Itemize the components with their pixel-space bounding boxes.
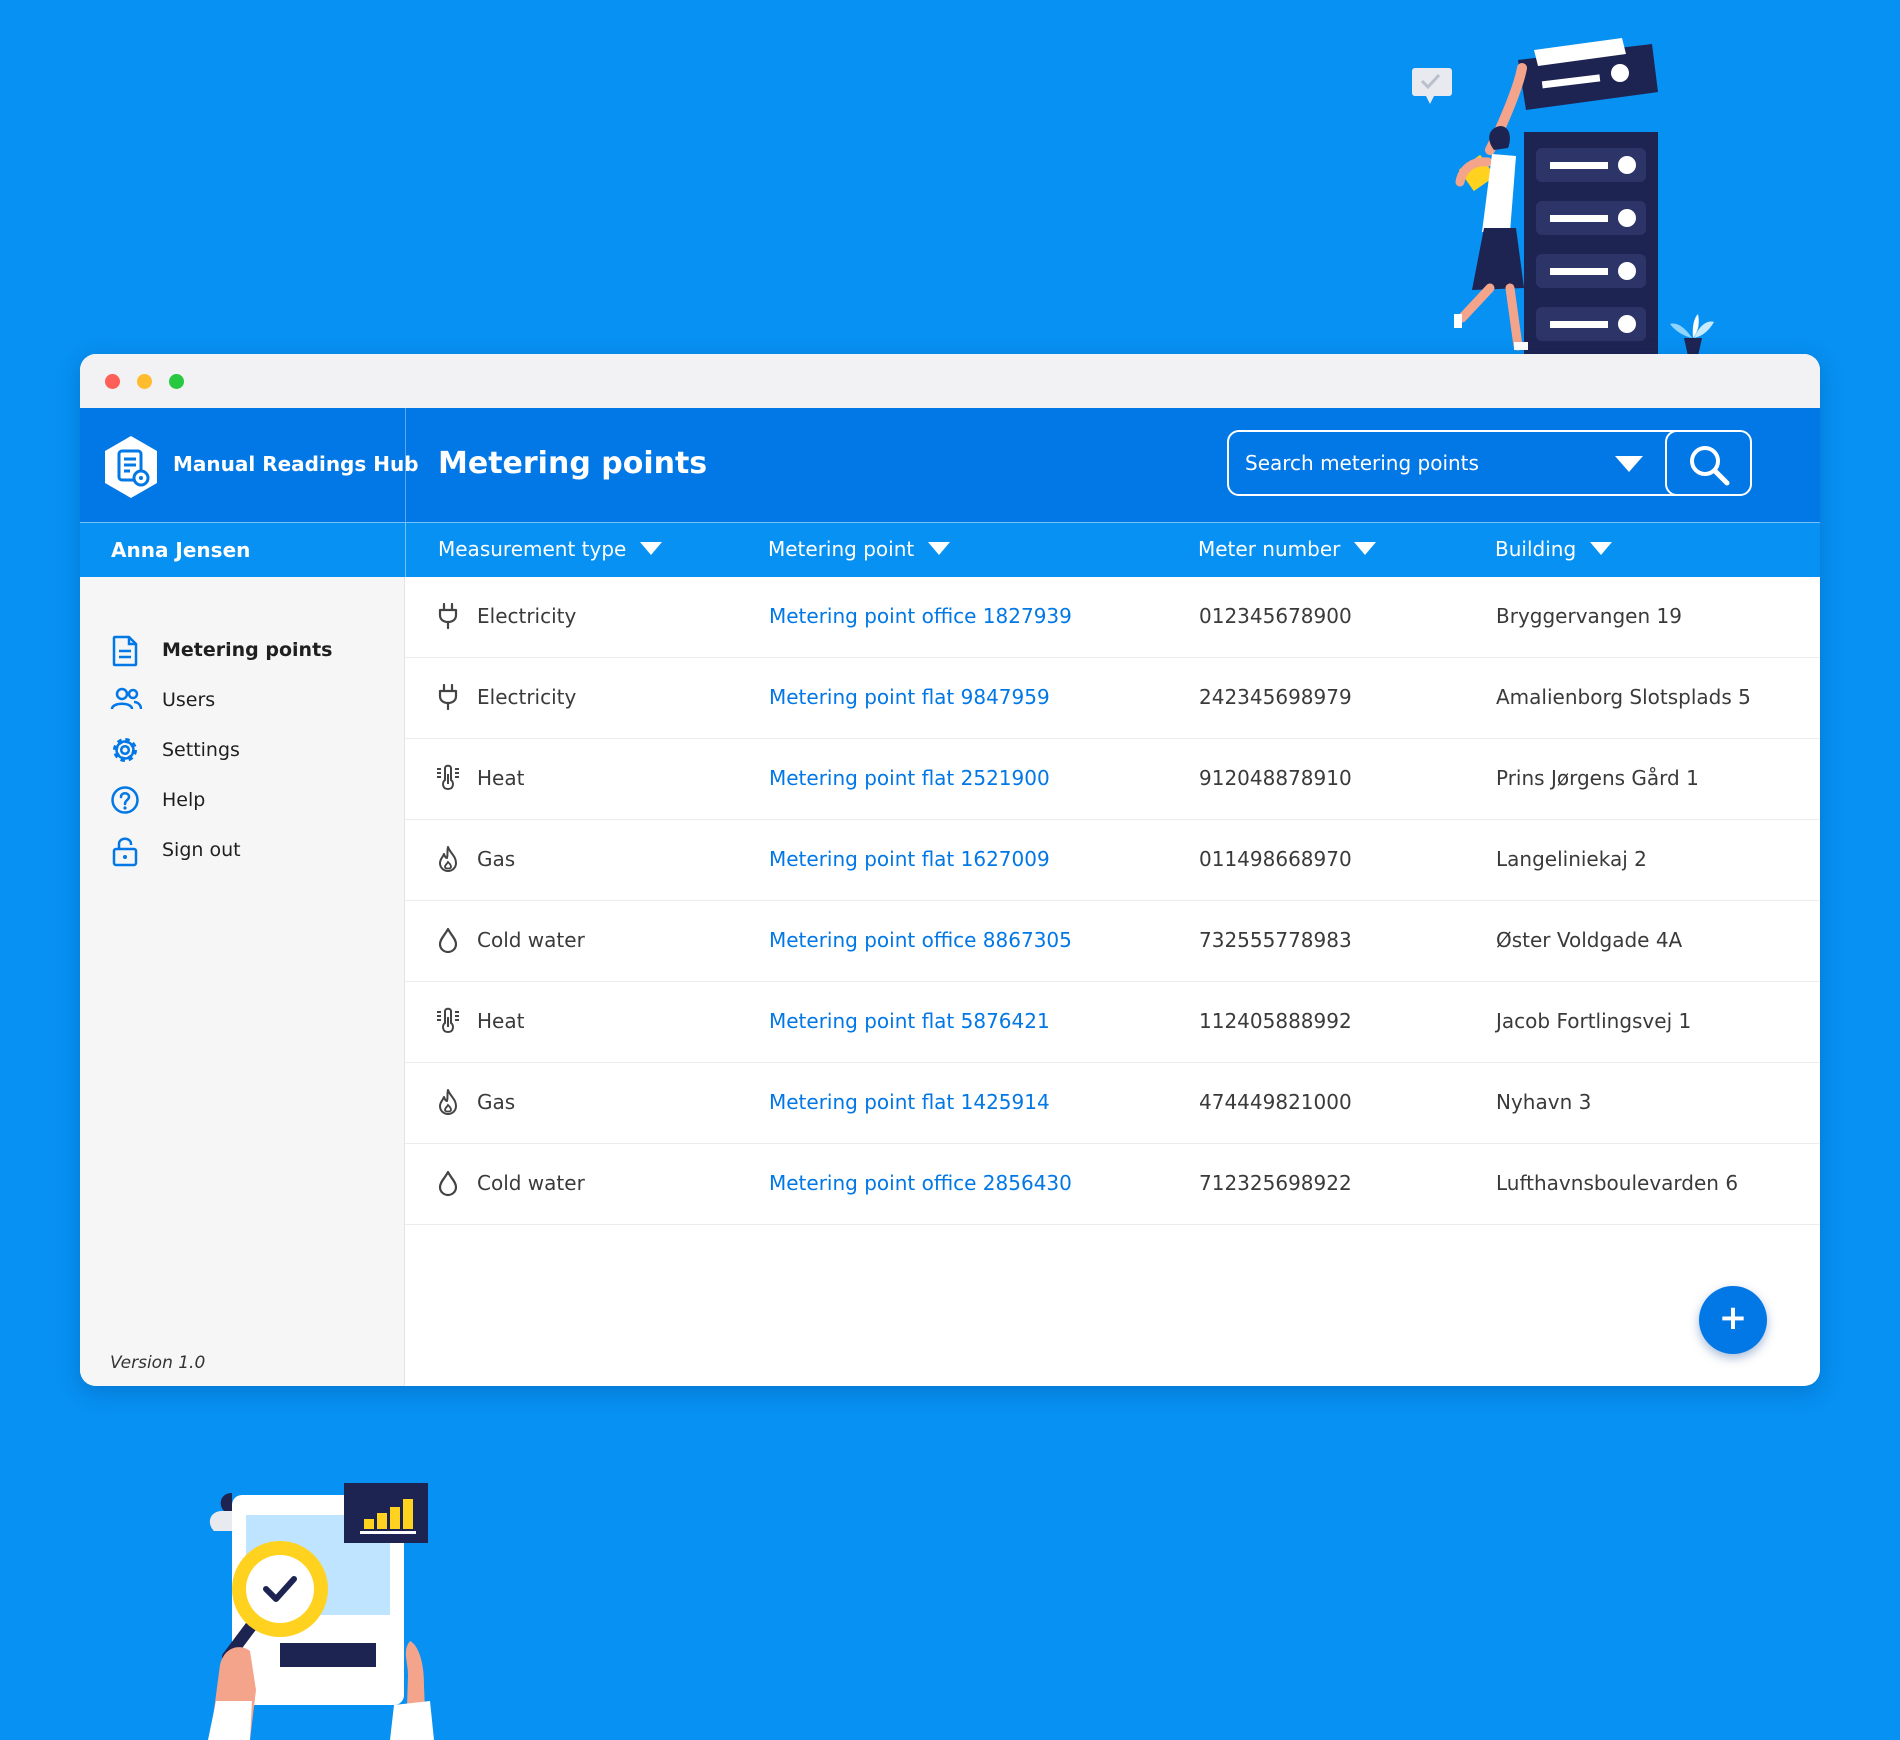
measurement-type-cell: Cold water: [477, 1171, 585, 1195]
column-header-label: Measurement type: [438, 537, 627, 561]
sidebar-item-metering-points[interactable]: Metering points: [110, 633, 390, 669]
maximize-window-button[interactable]: [169, 374, 184, 389]
building-cell: Nyhavn 3: [1496, 1090, 1592, 1114]
window-titlebar: [80, 354, 1820, 408]
meter-number-cell: 112405888992: [1199, 1009, 1352, 1033]
app-header: Manual Readings Hub Metering points: [80, 408, 1820, 522]
gear-icon: [113, 738, 137, 762]
metering-point-link[interactable]: Metering point flat 9847959: [769, 685, 1050, 709]
document-review-illustration: [208, 1483, 434, 1740]
column-header-metering-point[interactable]: Metering point: [768, 537, 951, 561]
meter-number-cell: 474449821000: [1199, 1090, 1352, 1114]
user-name: Anna Jensen: [111, 538, 251, 562]
metering-point-link[interactable]: Metering point flat 5876421: [769, 1009, 1050, 1033]
search-input[interactable]: [1245, 447, 1605, 479]
measurement-type-cell: Heat: [477, 766, 525, 790]
flame-icon: [435, 1088, 461, 1120]
brand: Manual Readings Hub: [80, 408, 419, 522]
sidebar-item-settings[interactable]: Settings: [110, 733, 390, 769]
sort-caret-icon: [640, 542, 663, 555]
measurement-type-cell: Gas: [477, 1090, 516, 1114]
sidebar-item-help[interactable]: Help: [110, 783, 390, 819]
table-row[interactable]: Gas Metering point flat 1627009 0114986689…: [405, 820, 1820, 901]
sort-caret-icon: [928, 542, 951, 555]
building-cell: Langeliniekaj 2: [1496, 847, 1647, 871]
search-bar: [1227, 430, 1752, 496]
column-header-measurement-type[interactable]: Measurement type: [438, 537, 663, 561]
app-name: Manual Readings Hub: [173, 452, 419, 476]
thermometer-icon: [435, 764, 461, 796]
flame-icon: [435, 845, 461, 877]
table-row[interactable]: Cold water Metering point office 2856430 7…: [405, 1144, 1820, 1225]
measurement-type-cell: Electricity: [477, 604, 577, 628]
meter-number-cell: 012345678900: [1199, 604, 1352, 628]
column-header-label: Metering point: [768, 537, 915, 561]
metering-point-link[interactable]: Metering point flat 1425914: [769, 1090, 1050, 1114]
measurement-type-cell: Gas: [477, 847, 516, 871]
divider: [405, 523, 406, 578]
search-button[interactable]: [1665, 430, 1752, 496]
metering-point-link[interactable]: Metering point flat 1627009: [769, 847, 1050, 871]
plug-icon: [435, 602, 461, 634]
meter-number-cell: 712325698922: [1199, 1171, 1352, 1195]
thermometer-icon: [435, 1007, 461, 1039]
app-version: Version 1.0: [110, 1353, 206, 1373]
table-row[interactable]: Cold water Metering point office 8867305 7…: [405, 901, 1820, 982]
table-row[interactable]: Electricity Metering point flat 9847959 24…: [405, 658, 1820, 739]
meter-number-cell: 011498668970: [1199, 847, 1352, 871]
table-row[interactable]: Heat Metering point flat 5876421 112405888…: [405, 982, 1820, 1063]
building-cell: Prins Jørgens Gård 1: [1496, 766, 1699, 790]
sidebar-item-label: Settings: [162, 739, 240, 761]
building-cell: Lufthavnsboulevarden 6: [1496, 1171, 1739, 1195]
column-header-label: Building: [1495, 537, 1577, 561]
table-row[interactable]: Heat Metering point flat 2521900 912048878…: [405, 739, 1820, 820]
search-icon: [1690, 446, 1730, 486]
sidebar-item-label: Sign out: [162, 839, 241, 861]
metering-point-link[interactable]: Metering point office 2856430: [769, 1171, 1072, 1195]
table-row[interactable]: Gas Metering point flat 1425914 4744498210…: [405, 1063, 1820, 1144]
meter-number-cell: 912048878910: [1199, 766, 1352, 790]
document-icon: [112, 635, 138, 667]
water-drop-icon: [435, 926, 461, 958]
close-window-button[interactable]: [105, 374, 120, 389]
metering-point-link[interactable]: Metering point office 1827939: [769, 604, 1072, 628]
column-header-label: Meter number: [1198, 537, 1341, 561]
plug-icon: [435, 683, 461, 715]
sidebar-item-label: Help: [162, 789, 206, 811]
sidebar-item-label: Users: [162, 689, 216, 711]
building-cell: Jacob Fortlingsvej 1: [1496, 1009, 1692, 1033]
sort-caret-icon: [1590, 542, 1613, 555]
meter-number-cell: 732555778983: [1199, 928, 1352, 952]
plus-icon: +: [1718, 1298, 1748, 1338]
help-icon: [111, 786, 139, 814]
building-cell: Amalienborg Slotsplads 5: [1496, 685, 1751, 709]
measurement-type-cell: Heat: [477, 1009, 525, 1033]
column-header-building[interactable]: Building: [1495, 537, 1613, 561]
building-cell: Bryggervangen 19: [1496, 604, 1682, 628]
building-cell: Øster Voldgade 4A: [1496, 928, 1683, 952]
minimize-window-button[interactable]: [137, 374, 152, 389]
app-window: Manual Readings Hub Metering points Anna…: [80, 354, 1820, 1386]
sidebar-item-label: Metering points: [162, 639, 333, 661]
measurement-type-cell: Electricity: [477, 685, 577, 709]
add-metering-point-button[interactable]: +: [1699, 1286, 1767, 1354]
server-illustration: [1412, 38, 1714, 356]
page-title: Metering points: [438, 446, 708, 481]
sort-caret-icon: [1354, 542, 1377, 555]
users-icon: [110, 687, 142, 710]
metering-point-link[interactable]: Metering point flat 2521900: [769, 766, 1050, 790]
column-header-meter-number[interactable]: Meter number: [1198, 537, 1377, 561]
column-header-bar: Anna Jensen Measurement type Metering po…: [80, 522, 1820, 578]
sidebar: Metering points Users Settings Help Sign…: [80, 577, 405, 1386]
search-filter-dropdown-icon[interactable]: [1615, 456, 1643, 472]
metering-point-link[interactable]: Metering point office 8867305: [769, 928, 1072, 952]
app-logo-icon: [105, 436, 157, 498]
measurement-type-cell: Cold water: [477, 928, 585, 952]
sidebar-item-users[interactable]: Users: [110, 683, 390, 719]
meter-number-cell: 242345698979: [1199, 685, 1352, 709]
table-row[interactable]: Electricity Metering point office 1827939…: [405, 577, 1820, 658]
sidebar-item-sign-out[interactable]: Sign out: [110, 833, 390, 869]
unlock-icon: [112, 837, 138, 867]
water-drop-icon: [435, 1169, 461, 1201]
